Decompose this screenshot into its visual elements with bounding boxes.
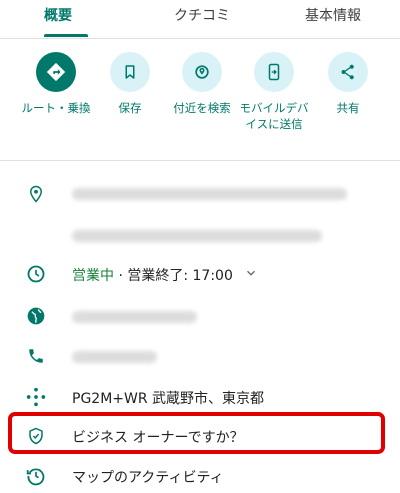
nearby-icon — [182, 52, 222, 92]
send-to-phone-label: モバイルデバイスに送信 — [239, 101, 309, 131]
save-label: 保存 — [118, 101, 142, 115]
plus-code-icon — [24, 385, 48, 409]
share-icon — [328, 52, 368, 92]
send-to-phone-button[interactable]: モバイルデバイスに送信 — [238, 52, 310, 132]
tab-bar: 概要 クチコミ 基本情報 — [0, 0, 400, 39]
open-status: 営業中 — [72, 268, 114, 284]
phone-icon — [24, 344, 48, 368]
phone-blurred — [72, 351, 157, 363]
address-secondary-blurred — [72, 230, 322, 242]
maps-activity-text: マップのアクティビティ — [72, 470, 224, 486]
chevron-down-icon[interactable] — [244, 265, 258, 284]
website-blurred — [72, 311, 197, 323]
nearby-label: 付近を検索 — [173, 101, 231, 115]
address-blurred — [72, 188, 347, 200]
active-tab-indicator — [44, 34, 88, 37]
hours-separator: · — [118, 268, 123, 284]
globe-icon — [24, 304, 48, 328]
directions-icon — [36, 52, 76, 92]
save-button[interactable]: 保存 — [94, 52, 166, 116]
history-icon — [24, 464, 48, 488]
share-label: 共有 — [336, 101, 360, 115]
plus-code-text: PG2M+WR 武蔵野市、東京都 — [72, 391, 265, 407]
location-pin-icon — [24, 182, 48, 206]
hours-detail: 営業終了: 17:00 — [127, 268, 233, 284]
share-button[interactable]: 共有 — [312, 52, 384, 116]
nearby-button[interactable]: 付近を検索 — [166, 52, 238, 116]
tab-overview[interactable]: 概要 — [44, 5, 72, 25]
tab-about[interactable]: 基本情報 — [305, 5, 361, 25]
tab-reviews[interactable]: クチコミ — [174, 5, 230, 25]
bookmark-icon — [110, 52, 150, 92]
send-to-phone-icon — [254, 52, 294, 92]
clock-icon — [24, 262, 48, 286]
directions-button[interactable]: ルート・乗換 — [20, 52, 92, 116]
divider — [0, 160, 400, 161]
directions-label: ルート・乗換 — [21, 101, 91, 115]
action-bar: ルート・乗換 保存 付近を検索 モバイルデバイスに送信 共有 — [0, 52, 400, 148]
highlight-box — [8, 412, 385, 454]
